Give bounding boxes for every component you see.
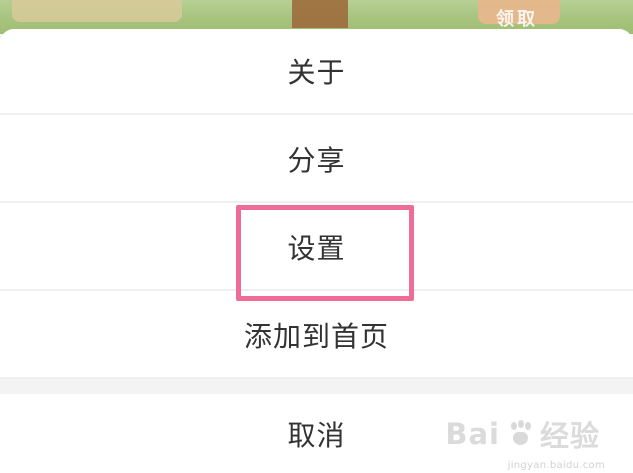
menu-share[interactable]: 分享 xyxy=(0,117,633,203)
background-tree-trunk xyxy=(292,0,348,28)
cancel-label: 取消 xyxy=(287,418,346,452)
menu-settings-label: 设置 xyxy=(287,232,346,265)
menu-about[interactable]: 关于 xyxy=(0,29,633,115)
background-claim-label: 领取 xyxy=(496,9,538,30)
menu-separator-band xyxy=(0,379,633,394)
menu-share-label: 分享 xyxy=(287,144,346,177)
menu-about-label: 关于 xyxy=(287,56,346,89)
menu-add-to-home-label: 添加到首页 xyxy=(243,320,389,353)
watermark-site: jingyan.baidu.com xyxy=(507,460,605,471)
app-screen: 领取 关于 分享 设置 添加到首页 取消 Bai 经验 jingyan.baid… xyxy=(0,0,633,473)
background-sign xyxy=(12,0,182,22)
menu-settings[interactable]: 设置 xyxy=(0,205,633,291)
menu-add-to-home[interactable]: 添加到首页 xyxy=(0,293,633,379)
bottom-action-sheet: 关于 分享 设置 添加到首页 取消 xyxy=(0,29,633,473)
